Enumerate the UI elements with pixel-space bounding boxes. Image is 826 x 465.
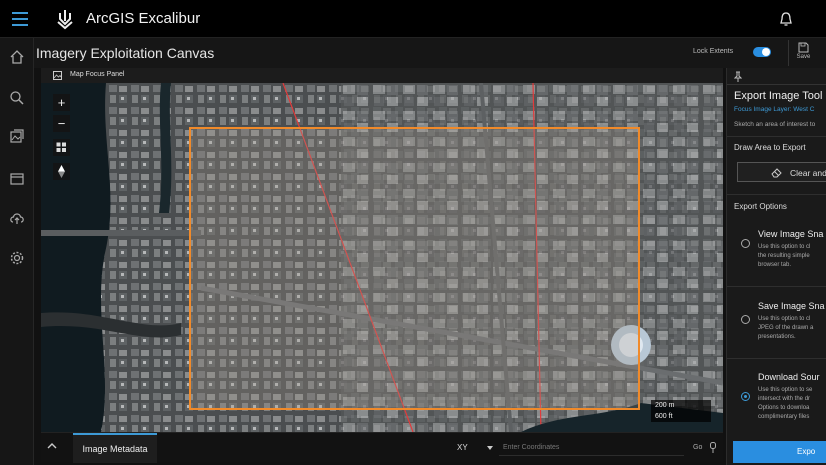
radio-download-source[interactable]: [741, 392, 750, 401]
option-description: Use this option to cl: [758, 244, 811, 250]
option-description: the resulting simple: [758, 253, 810, 259]
chevron-down-icon: [487, 446, 493, 450]
focus-image-layer-link[interactable]: Focus Image Layer: West C: [734, 106, 814, 113]
option-title: Save Image Sna: [758, 301, 825, 311]
settings-icon[interactable]: [9, 250, 25, 266]
export-button[interactable]: Expo: [733, 441, 826, 463]
go-button[interactable]: Go: [693, 444, 702, 451]
scale-bar-metric: 200 m: [651, 400, 711, 411]
clear-button-label: Clear and: [790, 168, 826, 178]
notifications-bell-icon[interactable]: [778, 11, 794, 28]
zoom-out-button[interactable]: −: [53, 115, 70, 132]
eraser-icon: [771, 168, 782, 178]
option-title: View Image Sna: [758, 229, 824, 239]
divider: [727, 194, 826, 195]
option-description: complimentary files: [758, 414, 810, 420]
save-label: Save: [796, 54, 811, 60]
lock-extents-label: Lock Extents: [693, 48, 734, 55]
tab-image-metadata[interactable]: Image Metadata: [73, 433, 157, 463]
divider: [727, 136, 826, 137]
zoom-in-button[interactable]: +: [53, 94, 70, 111]
coordinate-format-value: XY: [457, 443, 468, 452]
basemap-gallery-button[interactable]: [53, 139, 70, 156]
lock-extents-toggle[interactable]: [753, 47, 771, 57]
panel-image-icon: [53, 71, 62, 80]
scale-bar-imperial: 600 ft: [651, 411, 711, 422]
menu-icon[interactable]: [12, 12, 28, 26]
map-view[interactable]: + − 200 m 600 ft: [41, 83, 723, 432]
export-area-rectangle[interactable]: [189, 127, 640, 410]
bottom-bar: Image Metadata XY Enter Coordinates Go: [41, 432, 723, 463]
coordinate-input[interactable]: Enter Coordinates: [499, 439, 684, 456]
option-description: browser tab.: [758, 262, 792, 268]
draw-area-heading: Draw Area to Export: [734, 143, 806, 152]
left-navigation: [0, 38, 34, 465]
excalibur-logo-icon: [57, 10, 73, 30]
compass-icon: [58, 165, 65, 178]
map-focus-panel-header: Map Focus Panel: [41, 68, 723, 83]
canvas-header: Imagery Exploitation Canvas Lock Extents…: [34, 38, 826, 68]
coordinate-format-select[interactable]: XY: [450, 440, 496, 456]
search-icon[interactable]: [9, 90, 25, 106]
export-tool-title: Export Image Tool: [734, 90, 823, 102]
option-description: Options to downloa: [758, 405, 810, 411]
radio-save-snapshot[interactable]: [741, 315, 750, 324]
export-hint-text: Sketch an area of interest to: [734, 121, 816, 128]
option-description: Use this option to cl: [758, 316, 811, 322]
option-title: Download Sour: [758, 372, 820, 382]
image-library-icon[interactable]: [9, 128, 25, 144]
projects-icon[interactable]: [9, 170, 25, 186]
grid-icon: [56, 142, 66, 152]
top-bar: ArcGIS Excalibur: [0, 0, 826, 38]
save-icon: [798, 42, 809, 53]
panel-pin-icon[interactable]: [734, 71, 742, 82]
radio-view-snapshot[interactable]: [741, 239, 750, 248]
divider: [727, 286, 826, 287]
option-description: Use this option to se: [758, 387, 813, 393]
compass-button[interactable]: [53, 163, 70, 180]
cloud-upload-icon[interactable]: [9, 210, 25, 226]
pin-icon[interactable]: [709, 442, 717, 453]
export-options-heading: Export Options: [734, 202, 787, 211]
export-image-tool-panel: Export Image Tool Focus Image Layer: Wes…: [726, 68, 826, 465]
divider: [727, 84, 826, 85]
option-description: JPEG of the drawn a: [758, 325, 814, 331]
chevron-up-icon[interactable]: [47, 442, 57, 450]
save-button[interactable]: Save: [788, 40, 818, 66]
home-icon[interactable]: [9, 49, 25, 65]
option-description: intersect with the dr: [758, 396, 811, 402]
page-title: Imagery Exploitation Canvas: [36, 45, 215, 61]
divider: [727, 358, 826, 359]
app-title: ArcGIS Excalibur: [86, 10, 201, 27]
map-focus-panel-label: Map Focus Panel: [70, 71, 125, 78]
option-description: presentations.: [758, 334, 796, 340]
clear-and-draw-button[interactable]: Clear and: [737, 162, 826, 182]
